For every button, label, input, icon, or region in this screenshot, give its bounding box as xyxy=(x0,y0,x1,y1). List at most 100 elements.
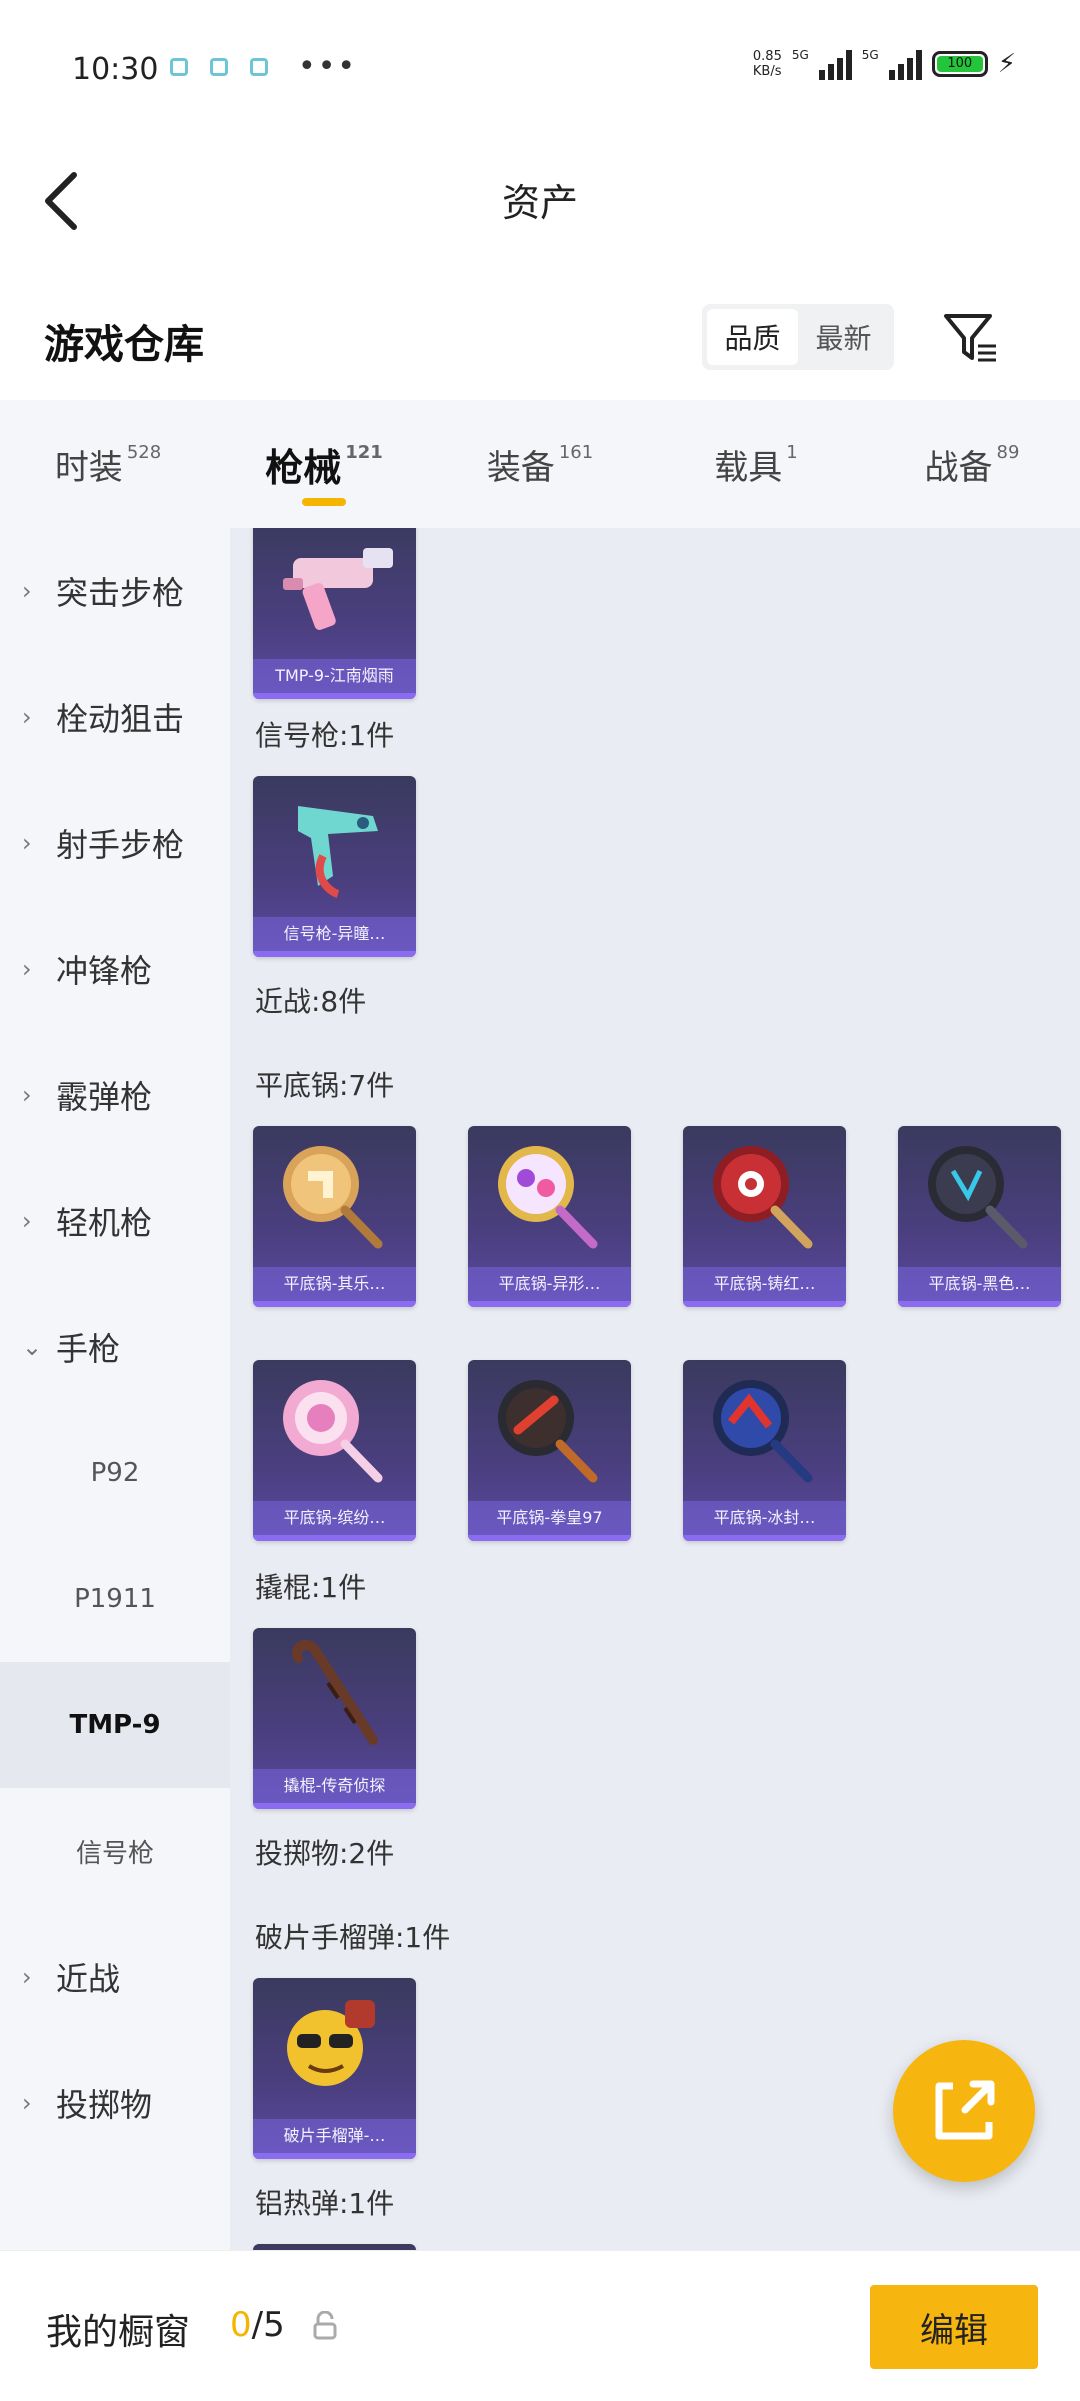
showcase-bar: 我的橱窗 0/5 编辑 xyxy=(0,2250,1080,2401)
sidebar-item-throwables[interactable]: › 投掷物 xyxy=(0,2040,230,2166)
page-title: 资产 xyxy=(501,181,578,225)
item-caption: 平底锅-缤纷… xyxy=(253,1501,416,1535)
tab-indicator xyxy=(302,498,346,506)
sidebar-item-pistol[interactable]: ⌄ 手枪 xyxy=(0,1284,230,1410)
section-label: 铝热弹:1件 xyxy=(255,2187,395,2220)
sidebar-item-shotgun[interactable]: › 霰弹枪 xyxy=(0,1032,230,1158)
sidebar-item-smg[interactable]: › 冲锋枪 xyxy=(0,906,230,1032)
weapon-category-sidebar: › 突击步枪 › 栓动狙击 › 射手步枪 › 冲锋枪 › 霰弹枪 › 轻机枪 ⌄ 手枪 P92… xyxy=(0,528,230,2250)
chevron-right-icon: › xyxy=(22,1081,32,1109)
chevron-right-icon: › xyxy=(22,829,32,857)
tab-fashion[interactable]: 时装 528 xyxy=(0,400,216,528)
sidebar-item-bolt-sniper[interactable]: › 栓动狙击 xyxy=(0,654,230,780)
item-caption: 平底锅-拳皇97 xyxy=(468,1501,631,1535)
section-label: 近战:8件 xyxy=(255,985,367,1018)
item-card[interactable]: 平底锅-其乐… xyxy=(253,1126,416,1307)
item-card[interactable]: 平底锅-冰封… xyxy=(683,1360,846,1541)
edit-button[interactable]: 编辑 xyxy=(870,2285,1038,2369)
item-card[interactable]: 平底锅-拳皇97 xyxy=(468,1360,631,1541)
item-caption: TMP-9-江南烟雨 xyxy=(253,659,416,693)
tab-vehicles[interactable]: 载具 1 xyxy=(648,400,864,528)
pan-kof-icon xyxy=(498,1380,598,1483)
chevron-right-icon: › xyxy=(22,955,32,983)
net-speed: 0.85 KB/s xyxy=(752,49,782,79)
sort-toggle: 品质 最新 xyxy=(702,304,894,370)
charging-icon: ⚡ xyxy=(997,49,1016,79)
item-card[interactable]: 平底锅-异形… xyxy=(468,1126,631,1307)
network-type-2: 5G xyxy=(861,48,879,62)
tab-gear[interactable]: 战备 89 xyxy=(864,400,1080,528)
app-notification-icon xyxy=(170,58,188,76)
smg-pink-icon xyxy=(283,548,393,630)
item-card[interactable]: 平底锅-黑色… xyxy=(898,1126,1061,1307)
sidebar-subitem-p1911[interactable]: P1911 xyxy=(0,1536,230,1662)
signal-icon xyxy=(818,48,852,80)
status-right: 0.85 KB/s 5G 5G 100 ⚡ xyxy=(753,48,1016,80)
status-time: 10:30 xyxy=(72,52,159,87)
sidebar-subitem-p92[interactable]: P92 xyxy=(0,1410,230,1536)
chevron-right-icon: › xyxy=(22,577,32,605)
chevron-right-icon: › xyxy=(22,1963,32,1991)
section-label: 平底锅:7件 xyxy=(255,1069,395,1102)
status-bar: 10:30 ••• 0.85 KB/s 5G 5G 100 ⚡ xyxy=(0,0,1080,140)
filter-button[interactable] xyxy=(940,308,1000,368)
battery-icon: 100 xyxy=(931,51,988,77)
section-title: 游戏仓库 xyxy=(44,322,204,368)
section-label: 信号枪:1件 xyxy=(255,719,395,752)
item-card[interactable]: TMP-9-江南烟雨 xyxy=(253,528,416,699)
chevron-right-icon: › xyxy=(22,1207,32,1235)
share-fab-button[interactable] xyxy=(893,2040,1035,2182)
more-notifications-icon: ••• xyxy=(298,49,358,84)
item-caption: 信号枪-异瞳… xyxy=(253,917,416,951)
section-label: 投掷物:2件 xyxy=(255,1837,395,1870)
sidebar-item-melee[interactable]: › 近战 xyxy=(0,1914,230,2040)
tab-equipment[interactable]: 装备 161 xyxy=(432,400,648,528)
pan-black-icon xyxy=(928,1146,1028,1249)
tab-firearms[interactable]: 枪械 121 xyxy=(216,400,432,528)
signal-icon-2 xyxy=(888,48,922,80)
pan-lollipop-icon xyxy=(283,1380,383,1483)
item-caption: 破片手榴弹-… xyxy=(253,2119,416,2153)
item-caption: 平底锅-异形… xyxy=(468,1267,631,1301)
item-card[interactable]: 平底锅-缤纷… xyxy=(253,1360,416,1541)
category-tabs: 时装 528 枪械 121 装备 161 载具 1 战备 89 xyxy=(0,400,1080,528)
pan-ice-icon xyxy=(713,1380,813,1483)
showcase-label: 我的橱窗 xyxy=(46,2312,191,2353)
sort-quality-option[interactable]: 品质 xyxy=(707,309,798,365)
item-card[interactable]: 破片手榴弹-… xyxy=(253,1978,416,2159)
item-card[interactable]: 撬棍-传奇侦探 xyxy=(253,1628,416,1809)
chevron-right-icon: › xyxy=(22,703,32,731)
section-label: 破片手榴弹:1件 xyxy=(255,1921,451,1954)
pan-red-icon xyxy=(713,1146,813,1249)
sidebar-subitem-tmp9[interactable]: TMP-9 xyxy=(0,1662,230,1788)
sidebar-item-assault-rifle[interactable]: › 突击步枪 xyxy=(0,528,230,654)
item-card[interactable]: 平底锅-铸红… xyxy=(683,1126,846,1307)
showcase-count: 0/5 xyxy=(230,2305,285,2345)
item-caption: 平底锅-铸红… xyxy=(683,1267,846,1301)
app-notification-icon xyxy=(210,58,228,76)
sidebar-item-marksman-rifle[interactable]: › 射手步枪 xyxy=(0,780,230,906)
flare-gun-icon xyxy=(298,806,378,898)
lock-icon xyxy=(313,2311,337,2340)
chevron-down-icon: ⌄ xyxy=(22,1333,43,1361)
notification-icons: ••• xyxy=(170,49,358,84)
app-notification-icon xyxy=(250,58,268,76)
chevron-right-icon: › xyxy=(22,2089,32,2117)
pan-colorful-icon xyxy=(498,1146,598,1249)
inventory-content: TMP-9-江南烟雨 信号枪:1件 信号枪-异瞳… 近战:8件 平底锅:7件 平… xyxy=(230,528,1080,2250)
pan-golden-icon xyxy=(283,1146,383,1249)
sidebar-subitem-flare-gun[interactable]: 信号枪 xyxy=(0,1788,230,1914)
sidebar-item-lmg[interactable]: › 轻机枪 xyxy=(0,1158,230,1284)
section-label: 撬棍:1件 xyxy=(255,1571,367,1604)
network-type: 5G xyxy=(791,48,809,62)
item-caption: 撬棍-传奇侦探 xyxy=(253,1769,416,1803)
crowbar-icon xyxy=(292,1640,378,1745)
share-external-icon xyxy=(935,2080,995,2140)
item-card[interactable]: 信号枪-异瞳… xyxy=(253,776,416,957)
grenade-icon xyxy=(287,2000,375,2086)
filter-icon xyxy=(944,314,996,362)
item-caption: 平底锅-冰封… xyxy=(683,1501,846,1535)
item-caption: 平底锅-其乐… xyxy=(253,1267,416,1301)
sort-newest-option[interactable]: 最新 xyxy=(798,309,889,365)
item-caption: 平底锅-黑色… xyxy=(898,1267,1061,1301)
